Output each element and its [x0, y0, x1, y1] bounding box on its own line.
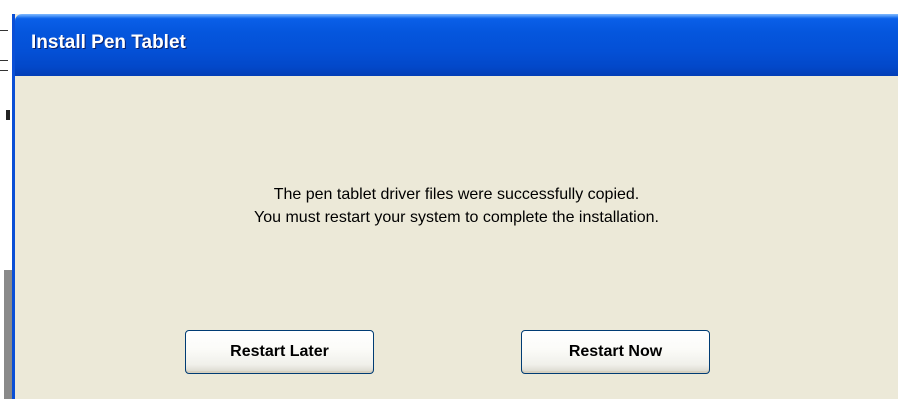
- title-bar[interactable]: Install Pen Tablet: [15, 14, 898, 76]
- message-line-1: The pen tablet driver files were success…: [273, 186, 640, 203]
- install-dialog: Install Pen Tablet The pen tablet driver…: [12, 14, 898, 399]
- background-text-fragment: [0, 60, 8, 61]
- background-text-fragment: [0, 70, 8, 71]
- background-text-fragment: [0, 30, 8, 31]
- message-text: The pen tablet driver files were success…: [15, 183, 898, 229]
- restart-later-button[interactable]: Restart Later: [185, 330, 374, 374]
- background-text-fragment: [6, 110, 10, 120]
- dialog-title: Install Pen Tablet: [31, 32, 186, 53]
- title-bar-highlight: [15, 14, 898, 18]
- message-line-2: You must restart your system to complete…: [254, 209, 659, 226]
- restart-now-button[interactable]: Restart Now: [521, 330, 710, 374]
- dialog-body: The pen tablet driver files were success…: [15, 76, 898, 399]
